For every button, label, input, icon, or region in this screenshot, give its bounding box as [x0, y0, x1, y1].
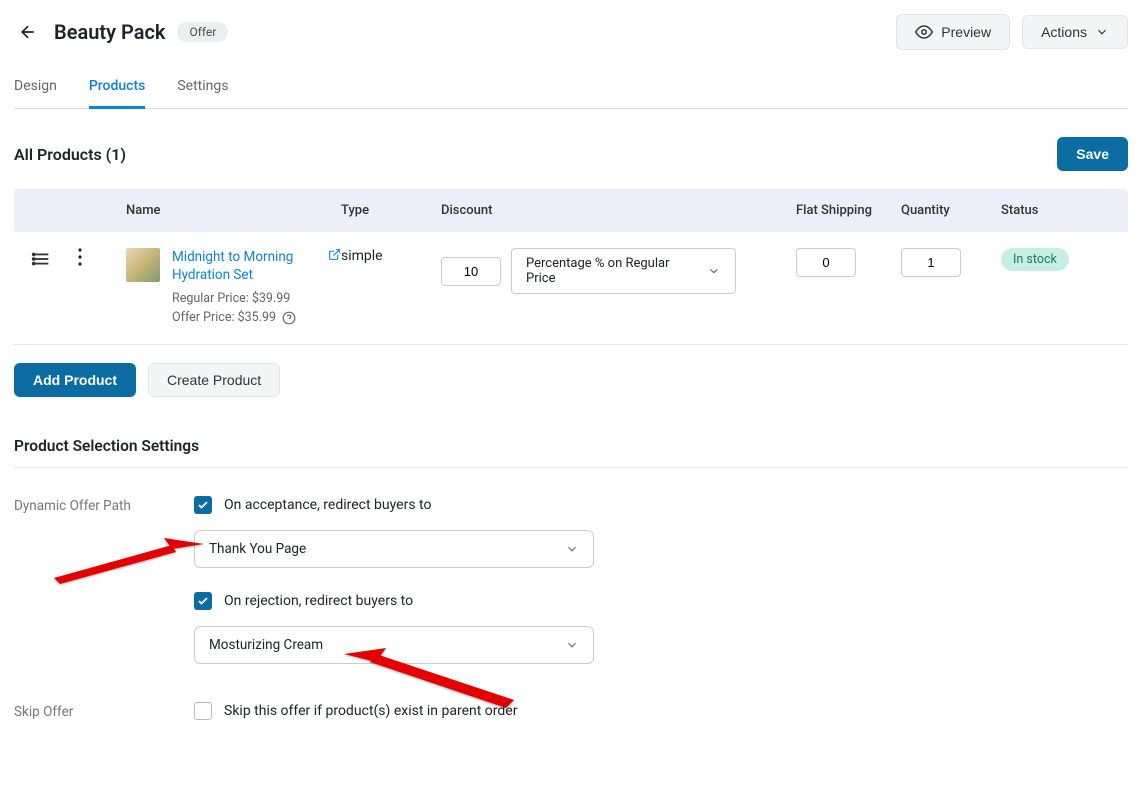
column-quantity: Quantity: [901, 203, 1001, 218]
tab-products[interactable]: Products: [89, 78, 146, 109]
discount-value-input[interactable]: [441, 257, 501, 286]
offer-price-label: Offer Price: $35.99: [172, 310, 276, 325]
quantity-input[interactable]: [901, 248, 961, 277]
products-section-title: All Products (1): [14, 145, 126, 164]
acceptance-checkbox[interactable]: [194, 496, 212, 514]
info-icon[interactable]: [279, 310, 296, 325]
product-name-link[interactable]: Midnight to Morning Hydration Set: [172, 248, 322, 284]
rejection-checkbox[interactable]: [194, 592, 212, 610]
product-row: Midnight to Morning Hydration Set Regula…: [14, 232, 1128, 345]
column-shipping: Flat Shipping: [796, 203, 901, 218]
product-type: simple: [341, 248, 441, 264]
preview-button[interactable]: Preview: [896, 14, 1010, 50]
save-button[interactable]: Save: [1057, 137, 1128, 171]
actions-button[interactable]: Actions: [1022, 15, 1128, 49]
regular-price-label: Regular Price: $39.99: [172, 290, 341, 309]
acceptance-label: On acceptance, redirect buyers to: [224, 497, 431, 513]
selection-settings-title: Product Selection Settings: [14, 437, 1128, 468]
column-name: Name: [126, 203, 341, 218]
products-table-header: Name Type Discount Flat Shipping Quantit…: [14, 189, 1128, 232]
acceptance-redirect-select[interactable]: Thank You Page: [194, 530, 594, 568]
create-product-button[interactable]: Create Product: [148, 363, 280, 397]
rejection-redirect-select[interactable]: Mosturizing Cream: [194, 626, 594, 664]
column-status: Status: [1001, 203, 1091, 218]
products-section-header: All Products (1) Save: [14, 137, 1128, 171]
dynamic-path-label: Dynamic Offer Path: [14, 496, 194, 688]
row-menu-button[interactable]: [78, 248, 126, 270]
page-title: Beauty Pack: [54, 20, 165, 44]
column-type: Type: [341, 203, 441, 218]
discount-type-select[interactable]: Percentage % on Regular Price: [511, 248, 736, 294]
chevron-down-icon: [565, 542, 579, 556]
drag-handle[interactable]: [30, 248, 78, 274]
page-header: Beauty Pack Offer Preview Actions: [14, 14, 1128, 50]
chevron-down-icon: [707, 264, 721, 278]
skip-offer-checkbox[interactable]: [194, 702, 212, 720]
skip-offer-checkbox-label: Skip this offer if product(s) exist in p…: [224, 703, 517, 719]
rejection-label: On rejection, redirect buyers to: [224, 593, 413, 609]
check-icon: [197, 499, 209, 511]
offer-badge: Offer: [177, 22, 228, 42]
external-link-icon[interactable]: [328, 248, 341, 266]
add-product-button[interactable]: Add Product: [14, 363, 136, 397]
chevron-down-icon: [1095, 25, 1109, 39]
back-button[interactable]: [14, 18, 42, 46]
eye-icon: [915, 23, 933, 41]
shipping-input[interactable]: [796, 248, 856, 277]
tab-settings[interactable]: Settings: [177, 78, 228, 109]
skip-offer-label: Skip Offer: [14, 702, 194, 736]
tabs-nav: Design Products Settings: [14, 78, 1128, 109]
check-icon: [197, 595, 209, 607]
column-discount: Discount: [441, 203, 796, 218]
chevron-down-icon: [565, 638, 579, 652]
tab-design[interactable]: Design: [14, 78, 57, 109]
status-badge: In stock: [1001, 248, 1069, 271]
product-thumbnail: [126, 248, 160, 282]
